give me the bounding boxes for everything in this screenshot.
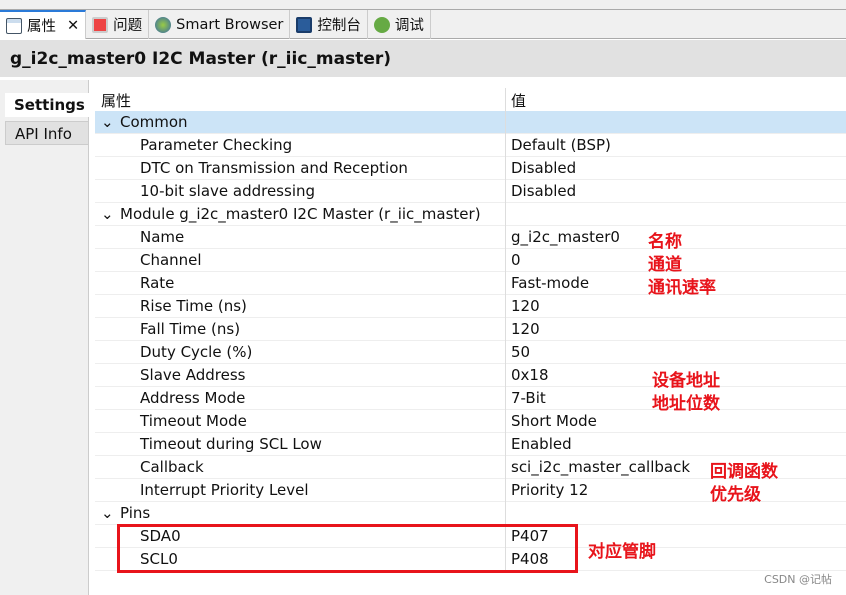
property-value[interactable]: Fast-mode <box>511 274 589 292</box>
property-value[interactable]: Default (BSP) <box>511 136 611 154</box>
property-value[interactable]: Short Mode <box>511 412 597 430</box>
group-row[interactable]: ⌄ Pins <box>95 502 846 525</box>
side-tab-settings[interactable]: Settings <box>5 93 89 117</box>
side-tab-api-info[interactable]: API Info <box>5 121 89 145</box>
table-row[interactable]: 10-bit slave addressing Disabled <box>95 180 846 203</box>
table-row[interactable]: Slave Address 0x18 <box>95 364 846 387</box>
property-name: Common <box>120 113 188 131</box>
close-icon[interactable]: ✕ <box>67 18 79 34</box>
property-value[interactable]: 0 <box>511 251 521 269</box>
group-row[interactable]: ⌄ Module g_i2c_master0 I2C Master (r_iic_… <box>95 203 846 226</box>
tab-label: 问题 <box>113 18 143 34</box>
tab-label: 属性 <box>27 19 56 35</box>
property-name: Timeout during SCL Low <box>140 435 322 453</box>
top-strip <box>0 0 846 10</box>
property-name: Module g_i2c_master0 I2C Master (r_iic_m… <box>120 205 481 223</box>
annotation: 回调函数 <box>710 462 778 482</box>
tab-label: Smart Browser <box>176 16 284 33</box>
annotation: 地址位数 <box>652 394 720 414</box>
annotation: 名称 <box>648 232 682 252</box>
property-name: Pins <box>120 504 151 522</box>
annotation: 通讯速率 <box>648 278 716 298</box>
column-header-property: 属性 <box>101 92 132 110</box>
page-title: g_i2c_master0 I2C Master (r_iic_master) <box>0 40 846 77</box>
property-value[interactable]: Priority 12 <box>511 481 588 499</box>
property-name: 10-bit slave addressing <box>140 182 316 200</box>
chevron-down-icon[interactable]: ⌄ <box>101 504 114 522</box>
property-name: Rate <box>140 274 175 292</box>
annotation: 设备地址 <box>652 371 720 391</box>
console-icon <box>296 16 313 33</box>
table-row[interactable]: DTC on Transmission and Reception Disable… <box>95 157 846 180</box>
table-row[interactable]: Fall Time (ns) 120 <box>95 318 846 341</box>
property-name: Duty Cycle (%) <box>140 343 253 361</box>
table-row[interactable]: Rise Time (ns) 120 <box>95 295 846 318</box>
property-value[interactable]: Enabled <box>511 435 572 453</box>
property-value[interactable]: 7-Bit <box>511 389 546 407</box>
watermark: CSDN @记帖 <box>764 573 832 586</box>
tab-debug[interactable]: 调试 <box>368 10 431 39</box>
table-row[interactable]: Rate Fast-mode <box>95 272 846 295</box>
tab-smart-browser[interactable]: Smart Browser <box>149 10 291 39</box>
tab-properties[interactable]: 属性 ✕ <box>0 10 87 39</box>
property-value[interactable]: 0x18 <box>511 366 549 384</box>
property-value[interactable]: g_i2c_master0 <box>511 228 620 246</box>
annotation: 优先级 <box>710 485 761 505</box>
property-name: Address Mode <box>140 389 246 407</box>
property-name: Name <box>140 228 185 246</box>
property-value[interactable]: 50 <box>511 343 530 361</box>
table-row[interactable]: Parameter Checking Default (BSP) <box>95 134 846 157</box>
tab-label: 控制台 <box>317 18 361 34</box>
property-value[interactable]: sci_i2c_master_callback <box>511 458 690 476</box>
property-name: Rise Time (ns) <box>140 297 247 315</box>
table-row[interactable]: Timeout during SCL Low Enabled <box>95 433 846 456</box>
view-tab-bar: 属性 ✕ 问题 Smart Browser 控制台 调试 <box>0 10 846 39</box>
property-name: Interrupt Priority Level <box>140 481 309 499</box>
property-name: Callback <box>140 458 204 476</box>
debug-icon <box>373 16 390 33</box>
table-row[interactable]: Duty Cycle (%) 50 <box>95 341 846 364</box>
pins-highlight-box <box>117 524 578 573</box>
tab-problems[interactable]: 问题 <box>86 10 150 39</box>
column-header-value: 值 <box>511 92 527 110</box>
property-name: DTC on Transmission and Reception <box>140 159 408 177</box>
property-value[interactable]: 120 <box>511 297 540 315</box>
property-value[interactable]: Disabled <box>511 182 576 200</box>
group-row[interactable]: ⌄ Common <box>95 111 846 134</box>
annotation: 通道 <box>648 255 682 275</box>
table-row[interactable]: Address Mode 7-Bit <box>95 387 846 410</box>
chevron-down-icon[interactable]: ⌄ <box>101 205 114 223</box>
property-name: Slave Address <box>140 366 246 384</box>
tab-console[interactable]: 控制台 <box>290 10 368 39</box>
property-value[interactable]: Disabled <box>511 159 576 177</box>
properties-icon <box>6 17 22 34</box>
chevron-down-icon[interactable]: ⌄ <box>101 113 114 131</box>
table-row[interactable]: Channel 0 <box>95 249 846 272</box>
table-row[interactable]: Name g_i2c_master0 <box>95 226 846 249</box>
problems-icon <box>92 16 109 33</box>
property-name: Timeout Mode <box>140 412 247 430</box>
globe-icon <box>155 16 172 33</box>
property-value[interactable]: 120 <box>511 320 540 338</box>
annotation: 对应管脚 <box>588 542 656 562</box>
table-header: 属性 值 <box>95 88 846 111</box>
property-name: Parameter Checking <box>140 136 293 154</box>
tab-label: 调试 <box>394 18 424 34</box>
table-row[interactable]: Timeout Mode Short Mode <box>95 410 846 433</box>
side-tabs: Settings API Info <box>0 80 89 595</box>
property-name: Fall Time (ns) <box>140 320 241 338</box>
property-name: Channel <box>140 251 202 269</box>
